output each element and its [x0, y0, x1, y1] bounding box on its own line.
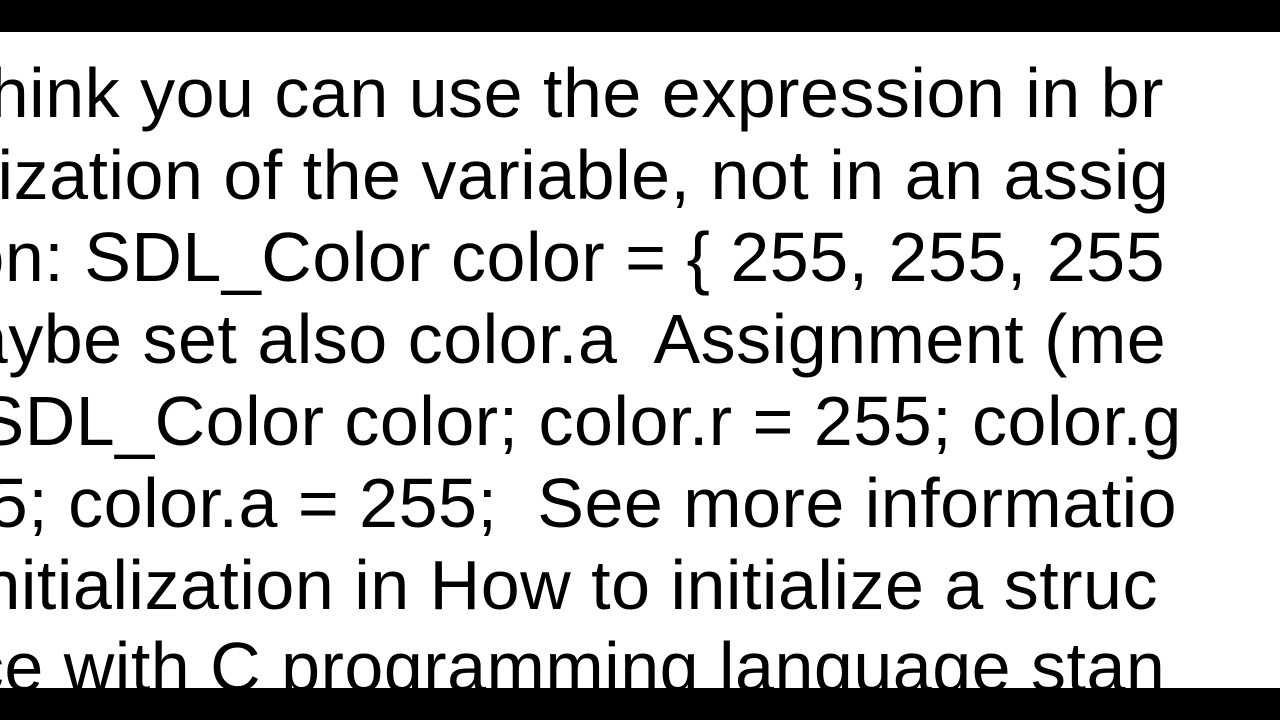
text-line: maybe set also color.a Assignment (me	[0, 298, 1280, 380]
text-line: ation: SDL_Color color = { 255, 255, 255	[0, 216, 1280, 298]
content-area: : I think you can use the expression in …	[0, 32, 1280, 688]
text-line: ance with C programming language stan	[0, 626, 1280, 688]
text-line: r): SDL_Color color; color.r = 255; colo…	[0, 380, 1280, 462]
text-line: itialization of the variable, not in an …	[0, 134, 1280, 216]
body-text: : I think you can use the expression in …	[0, 52, 1280, 688]
text-line: ct initialization in How to initialize a…	[0, 544, 1280, 626]
screenshot-frame: : I think you can use the expression in …	[0, 0, 1280, 720]
text-line: : I think you can use the expression in …	[0, 52, 1280, 134]
text-line: 255; color.a = 255; See more informatio	[0, 462, 1280, 544]
